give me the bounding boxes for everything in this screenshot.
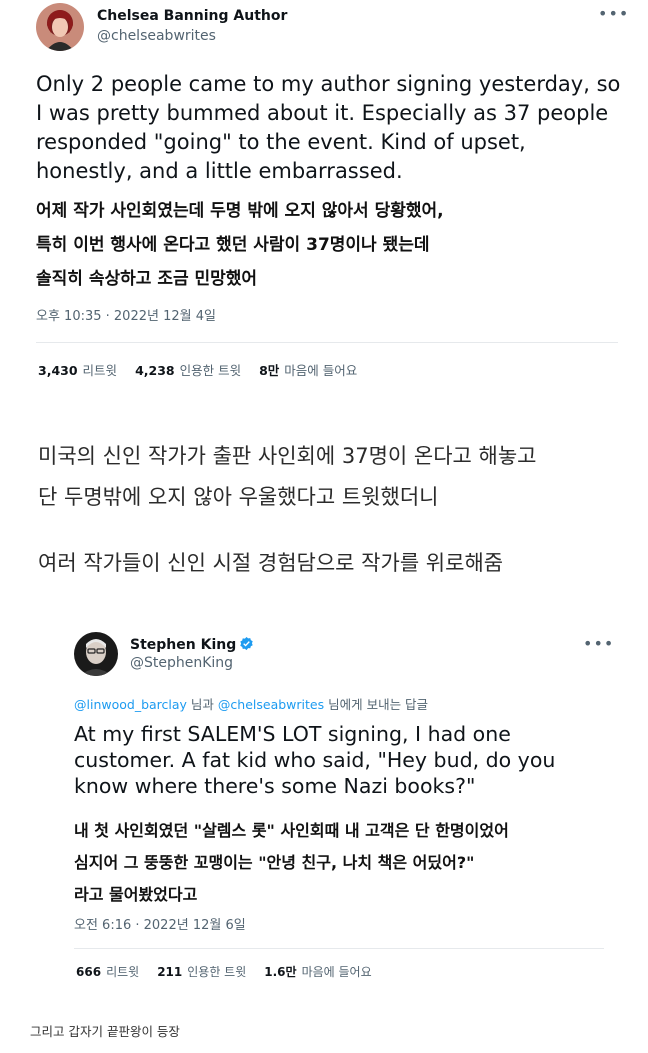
tweet-text-ko-line: 내 첫 사인회였던 "살렘스 롯" 사인회때 내 고객은 단 한명이었어 bbox=[74, 821, 509, 840]
reply-and: 님과 bbox=[190, 697, 214, 712]
tweet-stats: 666 리트윗 211 인용한 트윗 1.6만 마음에 들어요 bbox=[76, 963, 372, 980]
caption-line: 미국의 신인 작가가 출판 사인회에 37명이 온다고 해놓고 bbox=[38, 444, 537, 468]
author-name[interactable]: Chelsea Banning Author bbox=[97, 8, 287, 24]
stat-count: 8만 bbox=[259, 363, 280, 378]
caption-line: 단 두명밖에 오지 않아 우울했다고 트윗했더니 bbox=[38, 485, 439, 509]
stat-label: 인용한 트윗 bbox=[179, 363, 242, 378]
stat-count: 4,238 bbox=[135, 363, 175, 378]
avatar-stephen-king[interactable] bbox=[74, 632, 118, 676]
stat-label: 인용한 트윗 bbox=[187, 965, 247, 979]
like-count[interactable]: 1.6만 마음에 들어요 bbox=[264, 963, 371, 980]
stat-label: 마음에 들어요 bbox=[301, 965, 372, 979]
tweet-text-ko-line: 심지어 그 뚱뚱한 꼬맹이는 "안녕 친구, 나치 책은 어딨어?" bbox=[74, 853, 475, 872]
verified-badge-icon bbox=[239, 636, 254, 655]
quote-count[interactable]: 211 인용한 트윗 bbox=[157, 963, 246, 980]
quote-count[interactable]: 4,238 인용한 트윗 bbox=[135, 360, 241, 379]
stat-label: 마음에 들어요 bbox=[284, 363, 358, 378]
author-name[interactable]: Stephen King bbox=[130, 636, 254, 655]
tweet-stats: 3,430 리트윗 4,238 인용한 트윗 8만 마음에 들어요 bbox=[38, 360, 357, 379]
tweet-text-en: Only 2 people came to my author signing … bbox=[36, 72, 621, 183]
tweet-timestamp[interactable]: 오후 10:35 · 2022년 12월 4일 bbox=[36, 305, 216, 324]
retweet-count[interactable]: 666 리트윗 bbox=[76, 963, 139, 980]
tweet-stephen-king: Stephen King @StephenKing ••• @linwood_b… bbox=[0, 620, 648, 990]
avatar-chelsea[interactable] bbox=[36, 3, 84, 51]
tweet-chelsea: Chelsea Banning Author @chelseabwrites •… bbox=[0, 0, 648, 380]
author-handle[interactable]: @StephenKing bbox=[130, 655, 233, 671]
tweet-text-ko-line: 특히 이번 행사에 온다고 했던 사람이 37명이나 됐는데 bbox=[36, 235, 430, 255]
tweet-text-en: At my first SALEM'S LOT signing, I had o… bbox=[74, 722, 556, 798]
divider bbox=[74, 948, 604, 949]
tweet-text-ko-line: 솔직히 속상하고 조금 민망했어 bbox=[36, 269, 258, 289]
stat-label: 리트윗 bbox=[82, 363, 118, 378]
mention-link[interactable]: @chelseabwrites bbox=[218, 697, 324, 712]
footer-caption: 그리고 갑자기 끝판왕이 등장 bbox=[30, 1024, 180, 1039]
stat-label: 리트윗 bbox=[106, 965, 140, 979]
stat-count: 1.6만 bbox=[264, 965, 297, 979]
stat-count: 3,430 bbox=[38, 363, 78, 378]
author-handle[interactable]: @chelseabwrites bbox=[97, 28, 216, 44]
tweet-text-ko-line: 라고 물어봤었다고 bbox=[74, 885, 198, 904]
caption-line: 여러 작가들이 신인 시절 경험담으로 작가를 위로해줌 bbox=[38, 551, 504, 575]
tweet-timestamp[interactable]: 오전 6:16 · 2022년 12월 6일 bbox=[74, 914, 246, 933]
more-options-icon[interactable]: ••• bbox=[598, 4, 629, 23]
stat-count: 666 bbox=[76, 965, 102, 979]
tweet-text-ko-line: 어제 작가 사인회였는데 두명 밖에 오지 않아서 당황했어, bbox=[36, 201, 444, 221]
reply-context: @linwood_barclay 님과 @chelseabwrites 님에게 … bbox=[74, 694, 428, 713]
divider bbox=[36, 342, 618, 343]
reply-suffix: 님에게 보내는 답글 bbox=[328, 697, 429, 712]
retweet-count[interactable]: 3,430 리트윗 bbox=[38, 360, 117, 379]
author-name-text: Stephen King bbox=[130, 637, 237, 653]
stat-count: 211 bbox=[157, 965, 183, 979]
mention-link[interactable]: @linwood_barclay bbox=[74, 697, 187, 712]
more-options-icon[interactable]: ••• bbox=[583, 634, 614, 653]
like-count[interactable]: 8만 마음에 들어요 bbox=[259, 360, 357, 379]
